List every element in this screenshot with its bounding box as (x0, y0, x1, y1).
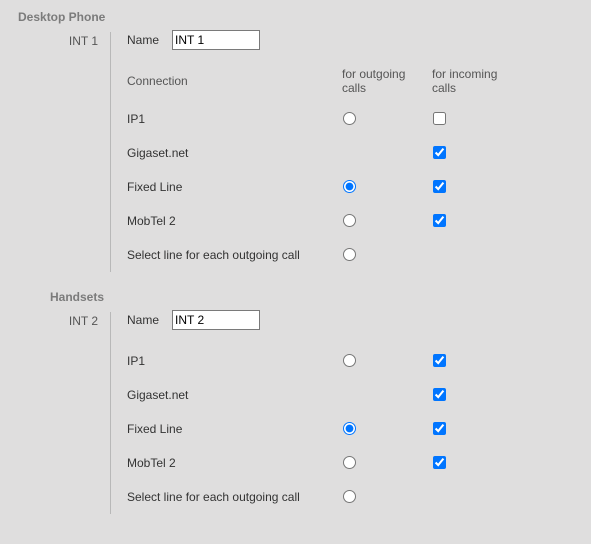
row-int2-mobtel2: MobTel 2 (127, 446, 591, 480)
row-int1-fixedline: Fixed Line (127, 170, 591, 204)
section-title-desktop-phone: Desktop Phone (18, 10, 591, 24)
label-int2-gigaset: Gigaset.net (127, 388, 342, 402)
row-int1-gigaset: Gigaset.net (127, 136, 591, 170)
device-block-int1: INT 1 Name Connection for outgoing calls… (0, 30, 591, 272)
checkbox-int1-fixedline-incoming[interactable] (433, 180, 446, 193)
row-int2-ip1: IP1 (127, 344, 591, 378)
label-int1-select: Select line for each outgoing call (127, 248, 342, 262)
device-block-int2: INT 2 Name IP1 Gigaset.net Fixed Line (0, 310, 591, 514)
label-int2-ip1: IP1 (127, 354, 342, 368)
label-int2-select: Select line for each outgoing call (127, 490, 342, 504)
row-int2-fixedline: Fixed Line (127, 412, 591, 446)
header-connection: Connection (127, 74, 342, 88)
header-outgoing: for outgoing calls (342, 67, 432, 95)
checkbox-int2-gigaset-incoming[interactable] (433, 388, 446, 401)
radio-int2-mobtel2-outgoing[interactable] (343, 456, 356, 469)
radio-int2-fixedline-outgoing[interactable] (343, 422, 356, 435)
label-int2-mobtel2: MobTel 2 (127, 456, 342, 470)
int2-label: INT 2 (69, 314, 110, 328)
row-int1-mobtel2: MobTel 2 (127, 204, 591, 238)
checkbox-int2-mobtel2-incoming[interactable] (433, 456, 446, 469)
row-int1-ip1: IP1 (127, 102, 591, 136)
checkbox-int2-fixedline-incoming[interactable] (433, 422, 446, 435)
section-title-handsets: Handsets (50, 290, 591, 304)
label-int2-fixedline: Fixed Line (127, 422, 342, 436)
row-int1-select: Select line for each outgoing call (127, 238, 591, 272)
label-int1-fixedline: Fixed Line (127, 180, 342, 194)
name-label-int1: Name (127, 33, 172, 47)
checkbox-int1-mobtel2-incoming[interactable] (433, 214, 446, 227)
header-incoming: for incoming calls (432, 67, 522, 95)
radio-int1-fixedline-outgoing[interactable] (343, 180, 356, 193)
row-int2-select: Select line for each outgoing call (127, 480, 591, 514)
row-int2-gigaset: Gigaset.net (127, 378, 591, 412)
radio-int1-ip1-outgoing[interactable] (343, 112, 356, 125)
left-label-int2: INT 2 (0, 310, 110, 328)
radio-int1-mobtel2-outgoing[interactable] (343, 214, 356, 227)
checkbox-int2-ip1-incoming[interactable] (433, 354, 446, 367)
label-int1-mobtel2: MobTel 2 (127, 214, 342, 228)
name-label-int2: Name (127, 313, 172, 327)
label-int1-ip1: IP1 (127, 112, 342, 126)
radio-int2-ip1-outgoing[interactable] (343, 354, 356, 367)
radio-int1-select-outgoing[interactable] (343, 248, 356, 261)
label-int1-gigaset: Gigaset.net (127, 146, 342, 160)
name-input-int1[interactable] (172, 30, 260, 50)
int1-label: INT 1 (69, 34, 110, 48)
checkbox-int1-gigaset-incoming[interactable] (433, 146, 446, 159)
left-label-int1: INT 1 (0, 30, 110, 48)
name-input-int2[interactable] (172, 310, 260, 330)
checkbox-int1-ip1-incoming[interactable] (433, 112, 446, 125)
radio-int2-select-outgoing[interactable] (343, 490, 356, 503)
